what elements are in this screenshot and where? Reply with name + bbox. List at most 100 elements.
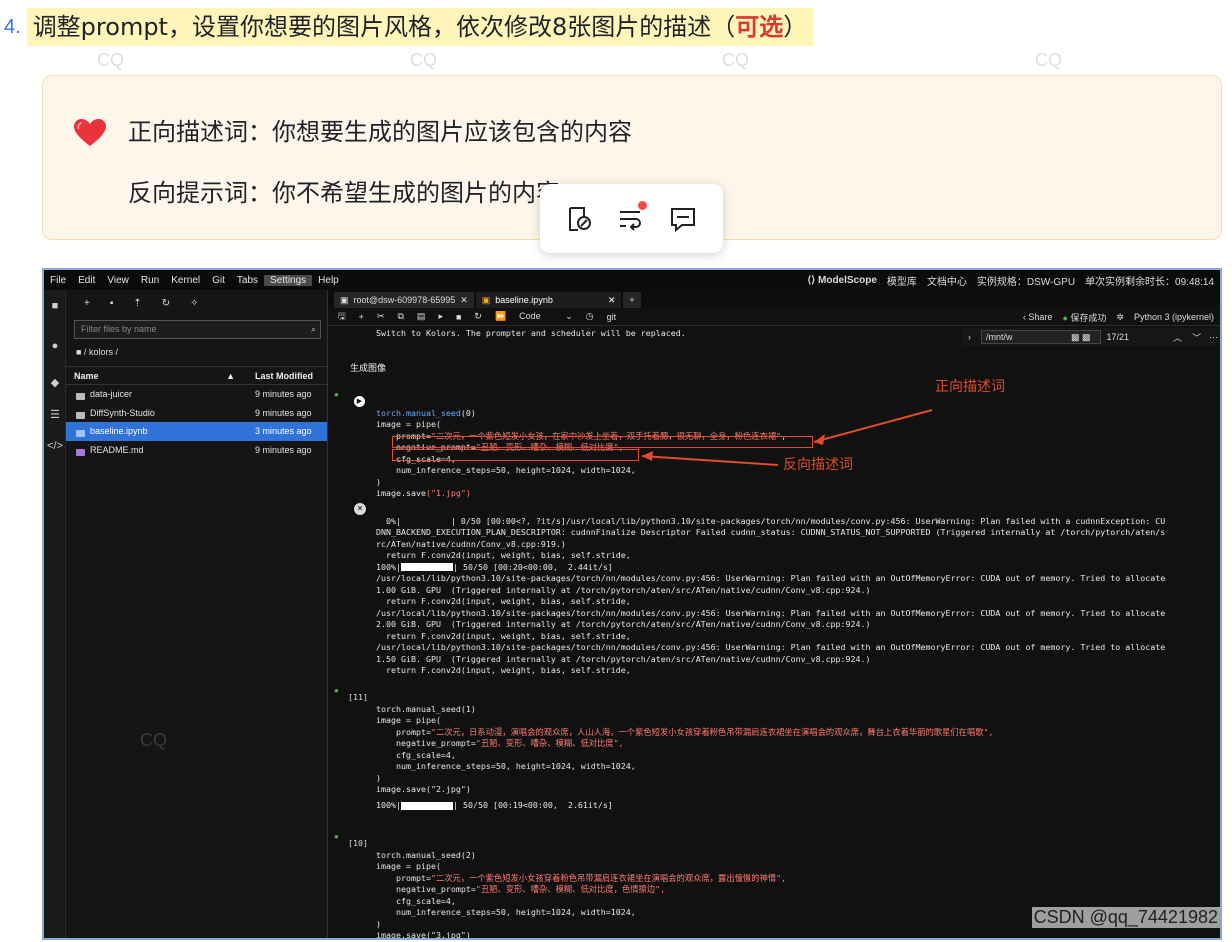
progress-percent: 100% <box>376 800 396 810</box>
code-key: prompt= <box>376 872 431 883</box>
error-line: /usr/local/lib/python3.10/site-packages/… <box>376 573 1166 583</box>
activity-bar: ■ ● ◆ ☰ </> <box>44 290 66 938</box>
csdn-watermark: CSDN @qq_74421982 <box>1031 907 1220 928</box>
code-line: cfg_scale=4, <box>376 895 456 906</box>
brand-name: ModelScope <box>818 274 877 286</box>
file-row[interactable]: data-juicer 9 minutes ago <box>66 385 327 404</box>
remaining-time: 单次实例剩余时长：09:48:14 <box>1085 276 1214 288</box>
link-icon[interactable] <box>564 203 596 235</box>
file-name: DiffSynth-Studio <box>90 407 155 418</box>
code-line: torch.manual_seed(1) <box>376 703 476 714</box>
git-clone-icon[interactable]: ✧ <box>190 298 198 309</box>
heart-icon <box>74 119 106 146</box>
watermark: CQ <box>722 50 749 70</box>
menu-tabs[interactable]: Tabs <box>231 275 264 286</box>
file-row[interactable]: DiffSynth-Studio 9 minutes ago <box>66 404 327 423</box>
error-line: /usr/local/lib/python3.10/site-packages/… <box>376 607 1166 618</box>
file-modified: 9 minutes ago <box>255 389 312 400</box>
new-launcher-icon[interactable]: + <box>84 298 90 309</box>
modelscope-logo[interactable]: ⟨⟩ ModelScope <box>807 275 877 286</box>
code-line: image = pipe( <box>376 715 441 725</box>
upload-icon[interactable]: ⇡ <box>133 298 141 309</box>
menubar-right: ⟨⟩ ModelScope 模型库 文档中心 实例规格：DSW-GPU 单次实例… <box>807 270 1214 290</box>
file-modified: 9 minutes ago <box>255 407 312 418</box>
optional-label: 可选 <box>735 13 784 41</box>
file-row[interactable]: README.md 9 minutes ago <box>66 441 327 460</box>
error-line: /usr/local/lib/python3.10/site-packages/… <box>376 642 1166 652</box>
folder-icon[interactable]: ■ <box>44 294 66 318</box>
menu-help[interactable]: Help <box>312 275 345 286</box>
error-line: rc/ATen/native/cudnn/Conv_v8.cpp:919.) <box>376 538 566 549</box>
code-key: negative_prompt= <box>376 738 476 748</box>
new-folder-icon[interactable]: ▪ <box>110 298 114 309</box>
progress-text: | 50/50 [00:19<00:00, 2.61it/s] <box>452 800 613 810</box>
menu-run[interactable]: Run <box>135 275 165 286</box>
running-icon[interactable]: ● <box>44 334 66 358</box>
code-line: image = pipe( <box>376 861 441 871</box>
folder-icon <box>76 411 85 419</box>
sort-up-icon[interactable]: ▲ <box>226 371 235 381</box>
file-browser: + ▪ ⇡ ↻ ✧ Filter files by name ⌕ ■ / kolo… <box>66 290 328 938</box>
error-line: return F.conv2d(input, weight, bias, sel… <box>376 665 631 675</box>
file-name: baseline.ipynb <box>90 426 148 437</box>
toc-icon[interactable]: ☰ <box>44 402 66 426</box>
column-modified[interactable]: Last Modified <box>255 371 327 381</box>
error-line: DNN_BACKEND_EXECUTION_PLAN_DESCRIPTOR: c… <box>376 527 1166 537</box>
instance-spec: 实例规格：DSW-GPU <box>976 276 1076 288</box>
menu-settings[interactable]: Settings <box>264 274 313 286</box>
file-row-selected[interactable]: baseline.ipynb 3 minutes ago <box>66 422 327 441</box>
error-line: return F.conv2d(input, weight, bias, sel… <box>376 630 631 641</box>
menu-view[interactable]: View <box>101 275 135 286</box>
file-name: README.md <box>90 444 144 455</box>
menu-file[interactable]: File <box>44 275 72 286</box>
code-line: cfg_scale=4, <box>376 749 456 760</box>
watermark: CQ <box>1035 50 1062 70</box>
error-line: 1.50 GiB. GPU (Triggered internally at /… <box>376 653 871 664</box>
notebook-icon <box>76 430 85 438</box>
menu-edit[interactable]: Edit <box>72 275 101 286</box>
comment-icon[interactable] <box>667 203 699 235</box>
file-filter-input[interactable]: Filter files by name ⌕ <box>74 320 321 339</box>
code-cell-2[interactable]: torch.manual_seed(1) image = pipe( promp… <box>376 692 994 796</box>
code-cell-3[interactable]: torch.manual_seed(2) image = pipe( promp… <box>376 838 787 940</box>
annotation-negative: 反向描述词 <box>783 457 853 473</box>
refresh-icon[interactable]: ↻ <box>162 298 170 309</box>
error-icon: ✕ <box>354 503 366 515</box>
code-line: torch.manual_seed(2) <box>376 849 476 860</box>
annotation-positive: 正向描述词 <box>935 379 1005 395</box>
watermark: CQ <box>140 730 167 750</box>
error-line: return F.conv2d(input, weight, bias, sel… <box>376 596 631 606</box>
error-line: 0%| | 0/50 [00:00<?, ?it/s]/usr/local/li… <box>376 515 1166 526</box>
progress-text: | 50/50 [00:20<00:00, 2.44it/s] <box>452 561 613 572</box>
code-key: prompt= <box>376 726 431 737</box>
execution-count: [10] <box>348 838 368 848</box>
breadcrumb[interactable]: ■ / kolors / <box>66 339 327 357</box>
link-models[interactable]: 模型库 <box>887 273 917 288</box>
file-browser-toolbar: + ▪ ⇡ ↻ ✧ <box>66 290 327 316</box>
logo-mark-icon: ⟨⟩ <box>807 274 818 286</box>
code-line: image.save("3.jpg") <box>376 930 471 940</box>
git-icon[interactable]: ◆ <box>44 370 66 394</box>
callout-negative-text: 反向提示词：你不希望生成的图片的内容 <box>128 179 560 207</box>
code-line: ) <box>376 918 381 929</box>
notification-dot <box>638 200 648 210</box>
markdown-icon <box>76 448 85 456</box>
prompt-string: "二次元，一个紫色短发小女孩穿着粉色吊带漏肩连衣裙坐在演唱会的观众席，露出憧憬的… <box>430 872 787 883</box>
cell-2-output: 100%| | 50/50 [00:19<00:00, 2.61it/s] <box>376 800 613 810</box>
step-text-main: 调整prompt，设置你想要的图片风格，依次修改8张图片的描述（ <box>32 13 736 41</box>
link-docs[interactable]: 文档中心 <box>927 273 967 288</box>
column-name[interactable]: Name <box>66 371 226 381</box>
search-icon: ⌕ <box>310 324 316 334</box>
code-line: ) <box>376 772 381 783</box>
extension-icon[interactable]: </> <box>44 434 66 458</box>
annotation-arrows <box>641 409 933 466</box>
progress-bar <box>400 563 453 571</box>
negative-prompt-string: "丑陋、变形、嘈杂、模糊、低对比度，色情擦边", <box>475 884 666 894</box>
menu-git[interactable]: Git <box>206 275 231 286</box>
error-line: 1.00 GiB. GPU (Triggered internally at /… <box>376 584 871 595</box>
error-output: 0%| | 0/50 [00:00<?, ?it/s]/usr/local/li… <box>376 515 1166 676</box>
wrap-text-icon[interactable] <box>615 200 648 235</box>
success-icon: ● <box>334 686 339 695</box>
menu-kernel[interactable]: Kernel <box>165 275 206 286</box>
file-modified: 3 minutes ago <box>255 426 312 437</box>
